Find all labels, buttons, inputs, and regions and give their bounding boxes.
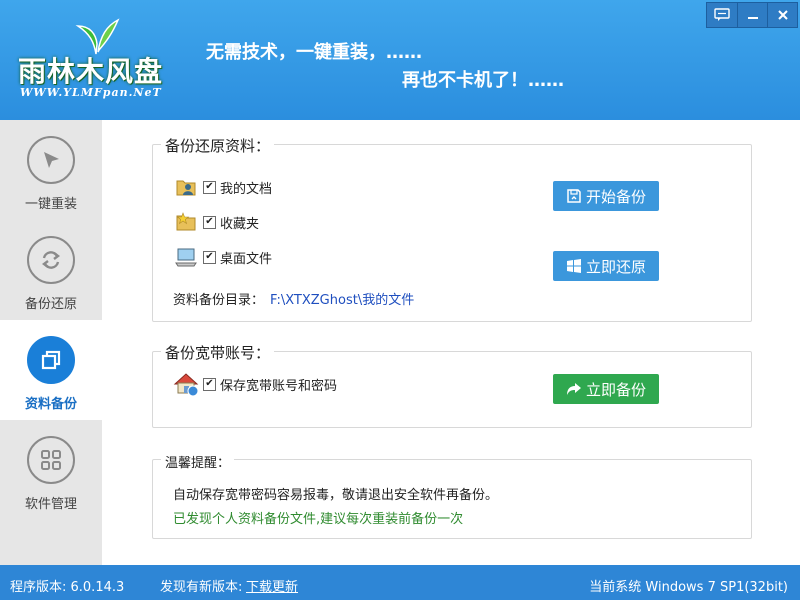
tip-line-2: 已发现个人资料备份文件,建议每次重装前备份一次 [173,512,464,527]
program-version: 程序版本: 6.0.14.3 [10,580,125,595]
restore-now-button[interactable]: 立即还原 [553,251,659,281]
desktop-icon [175,248,197,267]
save-icon [567,189,581,203]
new-version-label: 发现有新版本: [160,580,243,595]
desktop-checkbox[interactable] [203,250,216,264]
sidebar-item-reinstall[interactable]: 一键重装 [0,120,102,220]
desktop-label: 桌面文件 [220,251,273,267]
logo-title: 雨林木风盘 [18,55,164,88]
close-icon [777,10,788,20]
panel-title: 备份宽带账号： [161,342,275,363]
sidebar-item-backup-restore[interactable]: 备份还原 [0,220,102,320]
sidebar-item-label: 一键重装 [24,197,77,212]
favorites-label: 收藏夹 [220,216,260,232]
tips-panel: 温馨提醒： 自动保存宽带密码容易报毒，敬请退出安全软件再备份。 已发现个人资料备… [152,452,752,539]
broadband-item: 保存宽带账号和密码 [173,372,338,397]
panel-title: 备份还原资料： [161,135,275,156]
favorites-checkbox[interactable] [203,215,216,229]
backup-item-documents: 我的文档 [173,175,272,199]
grid-icon [41,450,61,470]
broadband-panel: 备份宽带账号： 保存宽带账号和密码 立即备份 [152,342,752,428]
documents-label: 我的文档 [220,181,273,197]
refresh-icon [42,251,60,269]
logo-subtitle: WWW.YLMFpan.NeT [20,86,162,99]
tip-line-1: 自动保存宽带密码容易报毒，敬请退出安全软件再备份。 [173,488,499,503]
slogan-line-2: 再也不卡机了！…… [402,70,564,91]
backup-item-desktop: 桌面文件 [173,245,272,269]
sidebar-item-label: 资料备份 [24,397,77,412]
favorites-folder-icon [176,212,196,231]
minimize-button[interactable] [737,3,767,27]
panel-title: 温馨提醒： [161,452,235,471]
share-arrow-icon [566,383,581,395]
feedback-icon [714,8,730,21]
status-bar: 程序版本: 6.0.14.3 发现有新版本: 下载更新 当前系统 Windows… [0,565,800,600]
documents-checkbox[interactable] [203,180,216,194]
start-backup-button[interactable]: 开始备份 [553,181,659,211]
start-backup-label: 开始备份 [585,187,646,206]
user-folder-icon [176,180,196,196]
broadband-label: 保存宽带账号和密码 [220,378,338,394]
windows-logo-icon [566,259,581,273]
backup-data-panel: 备份还原资料： 我的文档 收藏夹 [152,135,752,322]
sidebar-item-label: 软件管理 [24,497,77,512]
close-button[interactable] [767,3,797,27]
download-update-link[interactable]: 下载更新 [246,576,298,595]
slogan-line-1: 无需技术，一键重装，…… [206,42,422,63]
app-logo: 雨林木风盘 WWW.YLMFpan.NeT [14,16,184,106]
sidebar-item-data-backup[interactable]: 资料备份 [0,320,102,420]
current-system: 当前系统 Windows 7 SP1(32bit) [589,580,788,595]
backup-path-line: 资料备份目录： F:\XTXZGhost\我的文件 [173,289,414,308]
copy-icon [41,350,61,370]
window-controls [706,2,798,28]
home-network-icon [173,373,199,397]
sidebar-item-label: 备份还原 [24,297,77,312]
feedback-button[interactable] [707,3,737,27]
backup-path-label: 资料备份目录： [173,293,265,308]
minimize-icon [747,17,758,19]
backup-item-favorites: 收藏夹 [173,210,259,234]
restore-now-label: 立即还原 [585,257,646,276]
backup-path-value[interactable]: F:\XTXZGhost\我的文件 [270,293,414,308]
sidebar: 一键重装 备份还原 资料备份 软件管理 [0,120,102,565]
backup-now-button[interactable]: 立即备份 [553,374,659,404]
sidebar-item-software[interactable]: 软件管理 [0,420,102,520]
main-content: 备份还原资料： 我的文档 收藏夹 [102,120,800,565]
backup-now-label: 立即备份 [585,380,646,399]
app-header: 雨林木风盘 WWW.YLMFpan.NeT 无需技术，一键重装，…… 再也不卡机… [0,0,800,120]
broadband-checkbox[interactable] [203,377,216,391]
cursor-arrow-icon [44,152,59,168]
